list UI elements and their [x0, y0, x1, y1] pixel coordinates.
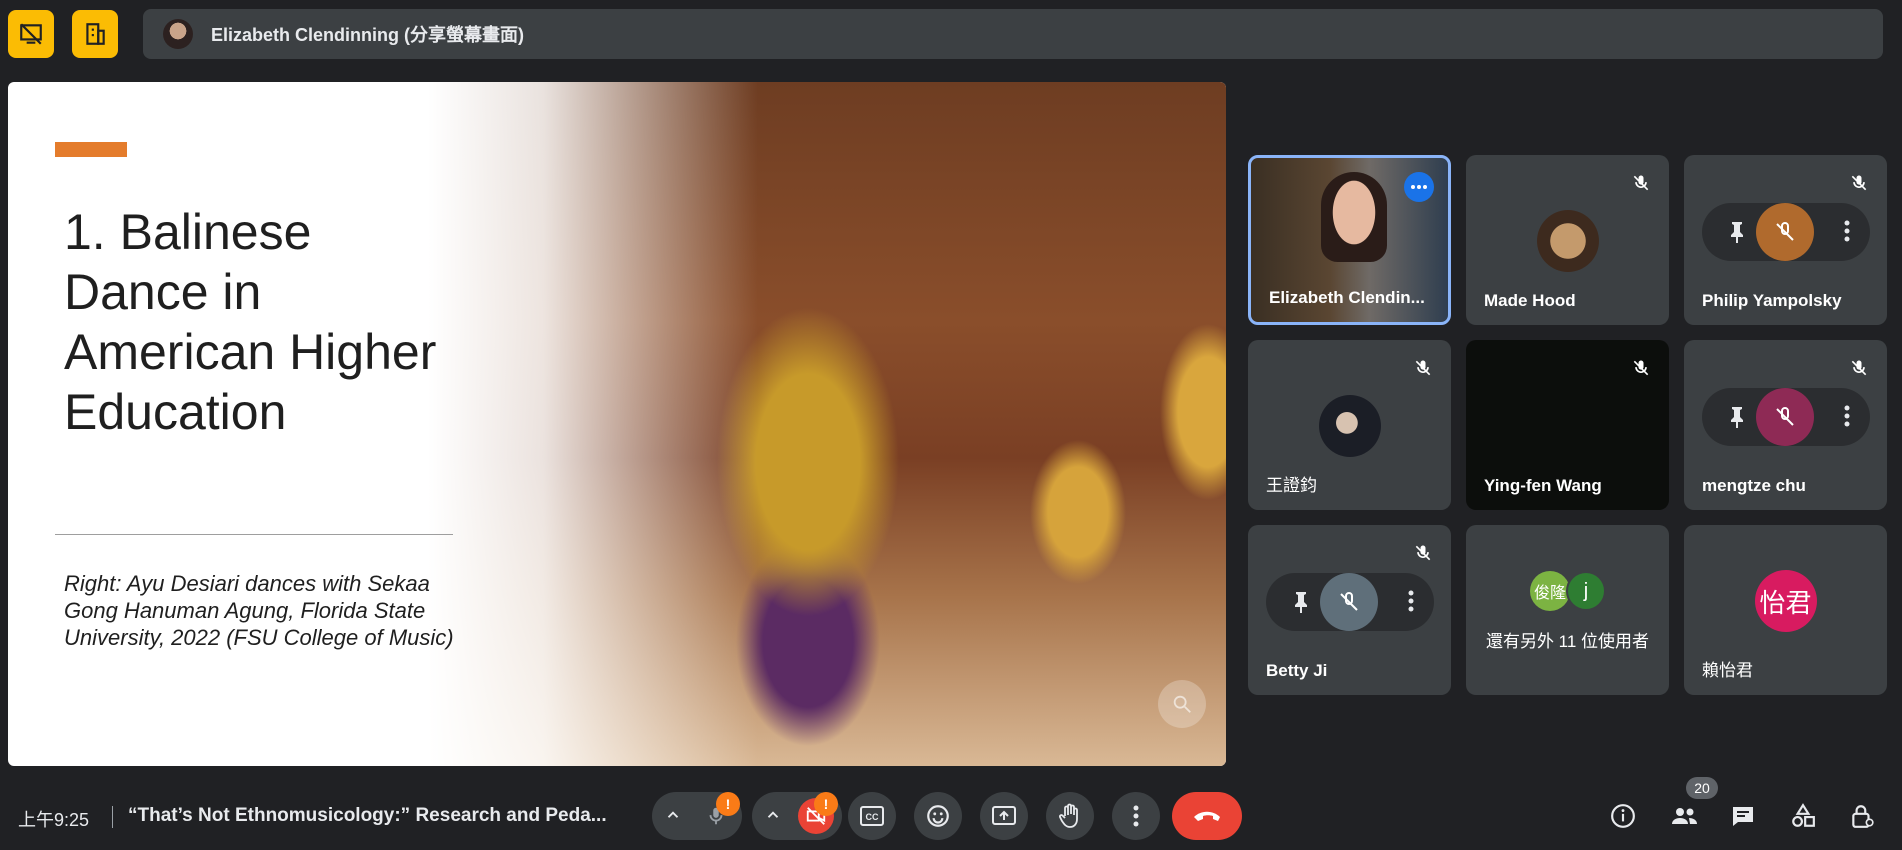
mic-off-icon: [1340, 592, 1358, 611]
mic-off-icon: [1629, 171, 1653, 195]
mic-off-icon: [1411, 356, 1435, 380]
pin-icon[interactable]: [1726, 220, 1748, 244]
mic-off-icon: [1776, 407, 1794, 426]
camera-alert-badge: !: [814, 792, 838, 816]
meeting-title: “That’s Not Ethnomusicology:” Research a…: [128, 805, 607, 826]
pin-icon[interactable]: [1726, 405, 1748, 429]
participant-name: Elizabeth Clendin...: [1269, 288, 1425, 307]
presentation-off-icon: [20, 23, 42, 45]
leave-call-button[interactable]: [1172, 792, 1242, 840]
shared-screen-slide: 1. Balinese Dance in American Higher Edu…: [8, 82, 1226, 766]
slide-accent-bar: [55, 142, 127, 157]
participant-name: Philip Yampolsky: [1702, 291, 1842, 310]
mic-off-icon: [1629, 356, 1653, 380]
people-button[interactable]: [1668, 802, 1700, 830]
more-horizontal-icon: [1411, 185, 1427, 189]
chevron-up-icon[interactable]: [664, 806, 682, 824]
chat-icon: [1733, 807, 1753, 826]
closed-captions-icon: CC: [860, 806, 884, 826]
participant-count-badge: 20: [1686, 777, 1718, 799]
avatar: 俊隆: [1530, 571, 1570, 611]
slide-divider: [55, 534, 453, 535]
zoom-icon: [1173, 695, 1191, 713]
presenter-label: Elizabeth Clendinning (分享螢幕畫面): [211, 25, 524, 45]
participant-tile[interactable]: Betty Ji: [1248, 525, 1451, 695]
pin-icon[interactable]: [1290, 590, 1312, 614]
mute-participant-button[interactable]: [1756, 203, 1814, 261]
chat-button[interactable]: [1729, 802, 1757, 830]
participant-tile[interactable]: Made Hood: [1466, 155, 1669, 325]
tile-controls: [1702, 388, 1870, 446]
participant-name: 王證鈞: [1266, 476, 1317, 495]
tile-controls: [1266, 573, 1434, 631]
more-options-button[interactable]: [1404, 172, 1434, 202]
mute-participant-button[interactable]: [1320, 573, 1378, 631]
mic-off-icon: [1776, 222, 1794, 241]
mic-off-icon: [1847, 356, 1871, 380]
activities-button[interactable]: [1789, 802, 1817, 830]
emoji-icon: [927, 805, 949, 827]
call-end-icon: [1194, 811, 1220, 821]
participant-name: 賴怡君: [1702, 661, 1753, 680]
chevron-up-icon[interactable]: [764, 806, 782, 824]
more-options-button[interactable]: [1112, 792, 1160, 840]
hand-icon: [1059, 803, 1078, 828]
avatar: 怡君: [1754, 570, 1817, 632]
people-icon: [1672, 808, 1697, 824]
more-vertical-icon[interactable]: [1408, 590, 1414, 612]
participant-tile[interactable]: mengtze chu: [1684, 340, 1887, 510]
participant-tile[interactable]: Philip Yampolsky: [1684, 155, 1887, 325]
lock-person-icon: [1852, 805, 1874, 828]
mic-off-icon: [1411, 541, 1435, 565]
info-icon: [1611, 804, 1635, 828]
participant-tile[interactable]: Ying-fen Wang: [1466, 340, 1669, 510]
participant-tile[interactable]: 怡君 賴怡君: [1684, 525, 1887, 695]
participant-name: Ying-fen Wang: [1484, 476, 1602, 495]
presenter-avatar: [163, 19, 193, 49]
mute-participant-button[interactable]: [1756, 388, 1814, 446]
host-controls-button[interactable]: [1848, 802, 1876, 830]
avatar: [1318, 395, 1381, 457]
present-screen-button[interactable]: [980, 792, 1028, 840]
reactions-button[interactable]: [914, 792, 962, 840]
presentation-off-button[interactable]: [8, 10, 54, 58]
slide-title: 1. Balinese Dance in American Higher Edu…: [64, 204, 437, 440]
captions-button[interactable]: CC: [848, 792, 896, 840]
participant-name: Betty Ji: [1266, 661, 1328, 680]
video-feed: [1321, 172, 1387, 262]
participant-tile[interactable]: 王證鈞: [1248, 340, 1451, 510]
activities-icon: [1792, 803, 1815, 827]
zoom-button[interactable]: [1158, 680, 1206, 728]
avatar: [1536, 210, 1599, 272]
present-to-all-icon: [992, 806, 1016, 825]
presenter-bar[interactable]: Elizabeth Clendinning (分享螢幕畫面): [143, 9, 1883, 59]
clock: 上午9:25: [18, 810, 90, 830]
tile-controls: [1702, 203, 1870, 261]
mic-alert-badge: !: [716, 792, 740, 816]
participant-name: Made Hood: [1484, 291, 1576, 310]
svg-text:CC: CC: [866, 812, 879, 822]
slide-caption: Right: Ayu Desiari dances with Sekaa Gon…: [64, 571, 454, 650]
avatar: j: [1566, 571, 1606, 611]
others-tile[interactable]: 俊隆 j 還有另外 11 位使用者: [1466, 525, 1669, 695]
others-count-label: 還有另外 11 位使用者: [1485, 632, 1650, 651]
more-vertical-icon[interactable]: [1844, 405, 1850, 427]
companion-mode-button[interactable]: [72, 10, 118, 58]
participant-tile[interactable]: Elizabeth Clendin...: [1248, 155, 1451, 325]
companion-mode-icon: [86, 23, 105, 45]
raise-hand-button[interactable]: [1046, 792, 1094, 840]
meeting-details-button[interactable]: [1609, 802, 1637, 830]
more-vertical-icon[interactable]: [1844, 220, 1850, 242]
more-vertical-icon: [1133, 805, 1139, 827]
mic-off-icon: [1847, 171, 1871, 195]
participant-name: mengtze chu: [1702, 476, 1806, 495]
